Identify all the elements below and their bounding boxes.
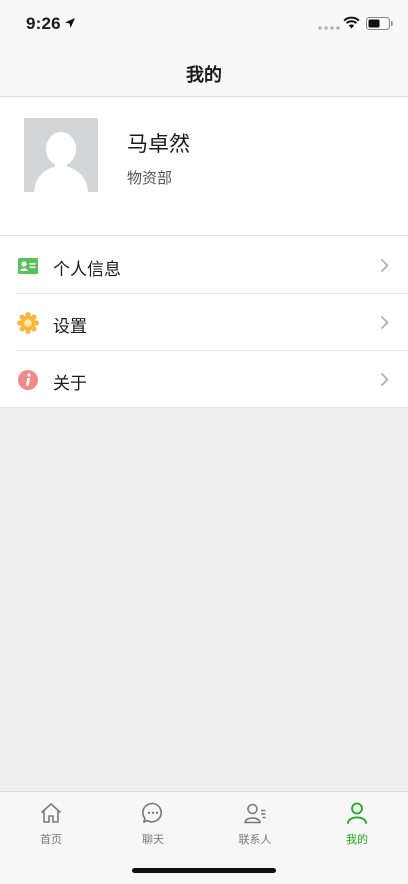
settings-menu: 个人信息 设置 关于 [0, 235, 408, 408]
location-arrow-icon [65, 18, 75, 28]
menu-item-settings[interactable]: 设置 [0, 293, 408, 350]
user-name: 马卓然 [127, 132, 190, 156]
tab-label-contacts: 联系人 [238, 833, 272, 846]
home-indicator[interactable] [132, 868, 276, 873]
battery-icon [366, 17, 393, 30]
menu-label-about: 关于 [53, 374, 87, 394]
tab-label-home: 首页 [40, 833, 62, 846]
menu-item-about[interactable]: 关于 [0, 350, 408, 407]
home-icon [40, 803, 62, 823]
status-bar: 9:26 [0, 0, 408, 50]
status-time: 9:26 [26, 14, 61, 33]
tab-chat[interactable]: 聊天 [102, 792, 204, 852]
person-icon [347, 802, 367, 824]
tab-label-me: 我的 [346, 833, 368, 846]
tab-home[interactable]: 首页 [0, 792, 102, 852]
user-department: 物资部 [127, 169, 173, 187]
menu-label-settings: 设置 [53, 317, 87, 337]
tab-label-chat: 聊天 [142, 833, 164, 846]
menu-item-personal-info[interactable]: 个人信息 [0, 236, 408, 293]
avatar [24, 118, 98, 192]
chat-icon [142, 802, 162, 823]
gear-icon [17, 312, 39, 334]
default-avatar-icon [34, 132, 88, 192]
wifi-icon [343, 16, 360, 29]
id-card-icon [18, 258, 38, 274]
profile-card[interactable]: 马卓然 物资部 [0, 97, 408, 235]
info-icon [18, 370, 38, 390]
chevron-right-icon [380, 258, 389, 273]
menu-label-personal-info: 个人信息 [53, 260, 121, 280]
chevron-right-icon [380, 315, 389, 330]
tab-me[interactable]: 我的 [306, 792, 408, 852]
chevron-right-icon [380, 372, 389, 387]
page-title: 我的 [186, 65, 222, 86]
contacts-icon [244, 803, 266, 824]
tab-contacts[interactable]: 联系人 [204, 792, 306, 852]
signal-icon [318, 26, 340, 30]
navigation-bar: 我的 [0, 50, 408, 97]
